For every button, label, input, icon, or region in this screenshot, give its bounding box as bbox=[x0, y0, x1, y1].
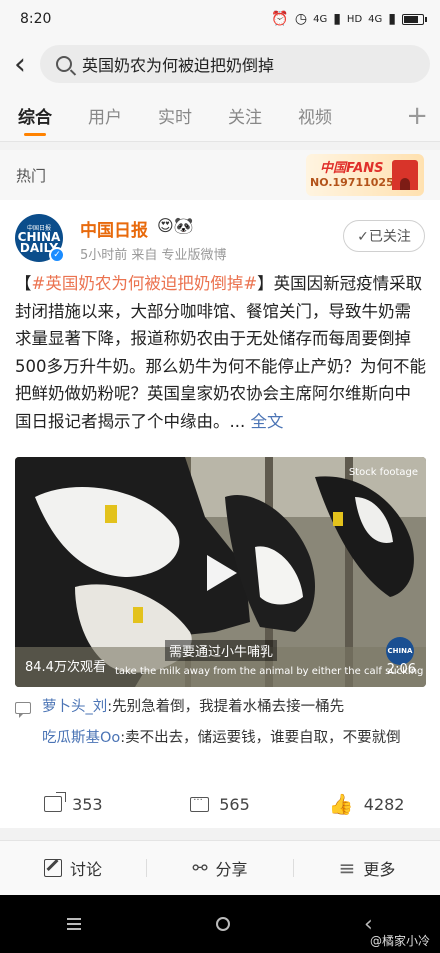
fans-badge-title: 中国FANS bbox=[320, 161, 384, 176]
system-nav-bar: ‹ @橘家小冷 bbox=[0, 895, 440, 953]
stock-footage-label: Stock footage bbox=[348, 467, 418, 478]
signal-4g-label-2: 4G bbox=[368, 13, 383, 25]
video-player[interactable]: Stock footage 需要通过小牛哺乳 take the milk awa… bbox=[15, 457, 426, 687]
video-duration: 2:06 bbox=[386, 662, 416, 677]
china-daily-logo: CHINA bbox=[386, 637, 414, 665]
share-button[interactable]: ⚯ 分享 bbox=[147, 856, 293, 880]
share-icon: ⚯ bbox=[192, 857, 208, 879]
like-count: 4282 bbox=[363, 794, 405, 814]
comment-text: :卖不出去，储运要钱，谁要自取，不要就倒 bbox=[120, 730, 401, 746]
post-actions: 353 565 👍 4282 bbox=[0, 780, 440, 828]
discuss-label: 讨论 bbox=[69, 860, 102, 879]
tab-comprehensive[interactable]: 综合 bbox=[0, 90, 70, 142]
share-label: 分享 bbox=[215, 860, 248, 879]
edit-icon bbox=[43, 859, 62, 877]
add-tab-icon[interactable]: + bbox=[406, 101, 428, 131]
repost-icon bbox=[44, 792, 67, 812]
hot-label: 热门 bbox=[16, 166, 47, 185]
repost-button[interactable]: 353 bbox=[0, 792, 147, 814]
comment-count: 565 bbox=[219, 794, 250, 814]
search-header: ‹ bbox=[0, 38, 440, 90]
signal-icon: ▮ bbox=[333, 11, 341, 27]
tab-users[interactable]: 用户 bbox=[70, 90, 140, 142]
view-count: 84.4万次观看 bbox=[25, 660, 106, 675]
more-button[interactable]: ≡ 更多 bbox=[294, 856, 440, 880]
divider bbox=[0, 828, 440, 840]
recent-apps-icon[interactable] bbox=[67, 918, 82, 930]
comment-item[interactable]: 吃瓜斯基Oo:卖不出去，储运要钱，谁要自取，不要就倒 bbox=[42, 727, 427, 750]
search-tabs: 综合 用户 实时 关注 视频 + bbox=[0, 90, 440, 142]
signal-icon-2: ▮ bbox=[388, 11, 396, 27]
thumbs-up-icon: 👍 bbox=[328, 792, 354, 816]
search-box[interactable] bbox=[40, 45, 430, 83]
tab-realtime[interactable]: 实时 bbox=[140, 90, 210, 142]
repost-count: 353 bbox=[72, 794, 103, 814]
commenter-name[interactable]: 萝卜头_刘 bbox=[42, 699, 107, 715]
battery-fill bbox=[404, 15, 418, 23]
signal-hd-label: HD bbox=[346, 13, 363, 25]
clock-icon: ◷ bbox=[294, 11, 308, 27]
watermark: @橘家小冷 bbox=[369, 934, 430, 948]
search-icon bbox=[56, 56, 72, 72]
comment-bubble-icon bbox=[15, 702, 31, 718]
comment-item[interactable]: 萝卜头_刘:先别急着倒，我提着水桶去接一桶先 bbox=[42, 696, 427, 719]
author-name[interactable]: 中国日报 bbox=[80, 216, 148, 241]
post-body: 】英国因新冠疫情采取封闭措施以来，大部分咖啡馆、餐馆关门，导致牛奶需求量显著下降… bbox=[15, 274, 426, 431]
tiananmen-icon bbox=[392, 160, 418, 190]
status-time: 8:20 bbox=[20, 11, 52, 27]
discuss-button[interactable]: 讨论 bbox=[0, 856, 146, 880]
status-icons: ⏰ ◷ 4G ▮ HD 4G ▮ bbox=[271, 11, 427, 27]
play-icon[interactable] bbox=[207, 555, 237, 591]
fans-badge-number: NO.19711025 bbox=[310, 176, 394, 189]
post-meta: 5小时前 来自 专业版微博 bbox=[80, 248, 227, 263]
alarm-icon: ⏰ bbox=[271, 11, 289, 27]
tab-video[interactable]: 视频 bbox=[280, 90, 350, 142]
post-text: 【#英国奶农为何被迫把奶倒掉#】英国因新冠疫情采取封闭措施以来，大部分咖啡馆、餐… bbox=[15, 270, 427, 435]
full-text-link[interactable]: 全文 bbox=[250, 412, 283, 431]
commenter-name[interactable]: 吃瓜斯基Oo bbox=[42, 730, 120, 746]
signal-4g-label: 4G bbox=[313, 13, 328, 25]
follow-button[interactable]: ✓已关注 bbox=[343, 220, 425, 252]
battery-icon bbox=[402, 13, 427, 25]
comment-icon bbox=[190, 792, 210, 812]
hot-section-header: 热门 中国FANS NO.19711025 bbox=[0, 150, 440, 200]
home-icon[interactable] bbox=[215, 917, 230, 931]
tab-following[interactable]: 关注 bbox=[210, 90, 280, 142]
comment-button[interactable]: 565 bbox=[147, 792, 294, 814]
more-label: 更多 bbox=[363, 860, 396, 879]
search-input[interactable] bbox=[82, 54, 402, 74]
author-badges: 😍🐼 bbox=[157, 216, 194, 235]
comment-text: :先别急着倒，我提着水桶去接一桶先 bbox=[107, 699, 345, 715]
bottom-action-bar: 讨论 ⚯ 分享 ≡ 更多 bbox=[0, 840, 440, 895]
back-button[interactable]: ‹ bbox=[0, 38, 40, 90]
bracket-open: 【 bbox=[15, 274, 32, 293]
like-button[interactable]: 👍 4282 bbox=[293, 792, 440, 816]
more-menu-icon: ≡ bbox=[338, 856, 356, 880]
verified-icon: ✓ bbox=[49, 247, 65, 263]
status-bar: 8:20 ⏰ ◷ 4G ▮ HD 4G ▮ bbox=[0, 0, 440, 38]
divider bbox=[0, 142, 440, 150]
post-card: 中国日报 CHINA DAILY ✓ 中国日报 😍🐼 5小时前 来自 专业版微博… bbox=[0, 200, 440, 828]
hashtag-link[interactable]: #英国奶农为何被迫把奶倒掉# bbox=[32, 274, 258, 293]
subtitle-chinese: 需要通过小牛哺乳 bbox=[165, 640, 278, 661]
china-fans-badge[interactable]: 中国FANS NO.19711025 bbox=[306, 154, 424, 196]
subtitle-english: take the milk away from the animal by ei… bbox=[115, 666, 424, 677]
